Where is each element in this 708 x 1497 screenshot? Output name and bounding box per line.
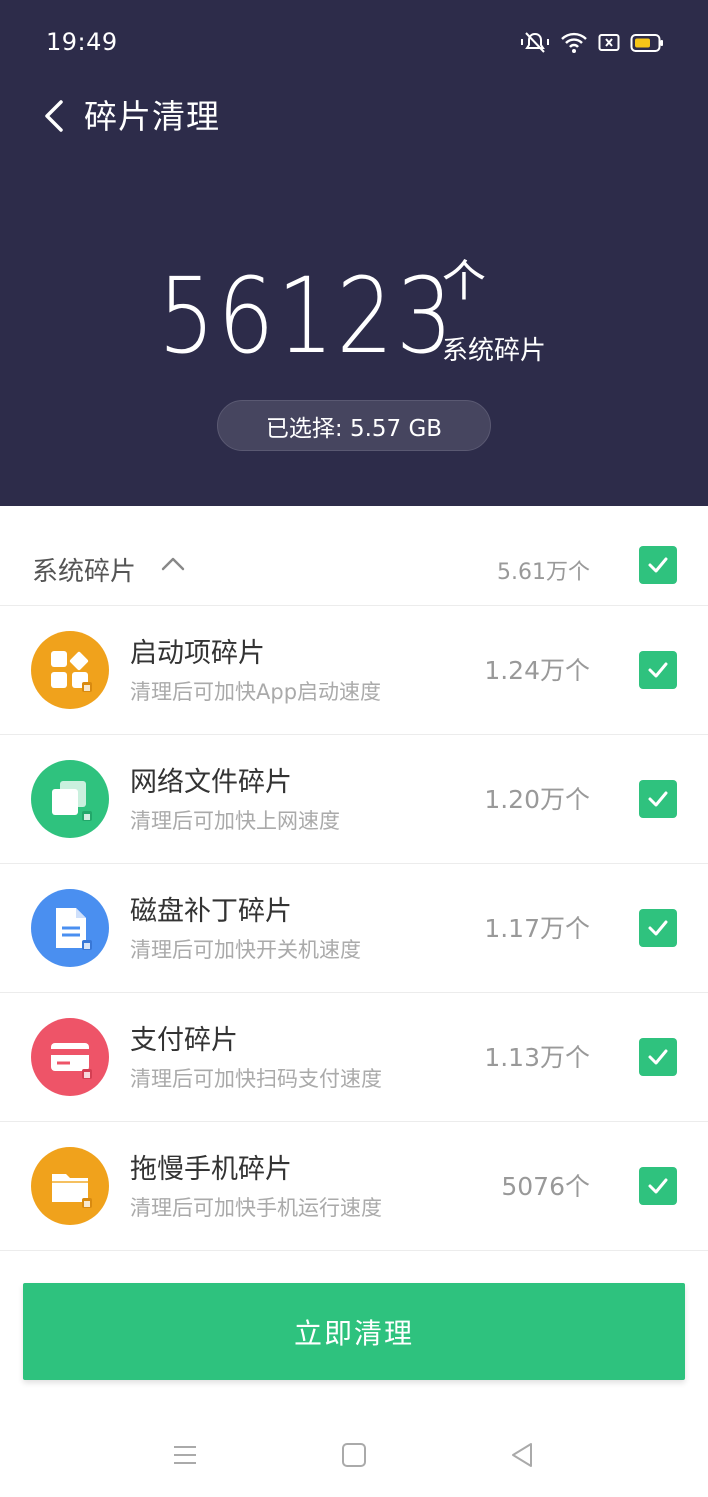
wifi-icon bbox=[560, 31, 588, 55]
fragment-count-unit: 个 bbox=[442, 256, 486, 307]
list-item[interactable]: 拖慢手机碎片 清理后可加快手机运行速度 5076个 bbox=[0, 1122, 708, 1251]
check-icon bbox=[648, 1178, 668, 1194]
check-icon bbox=[648, 1049, 668, 1065]
fragment-count: 56123 bbox=[158, 255, 456, 377]
item-count: 5076个 bbox=[501, 1172, 590, 1201]
status-bar: 19:49 bbox=[0, 0, 708, 86]
item-count: 1.24万个 bbox=[484, 656, 590, 685]
chevron-up-icon[interactable] bbox=[160, 554, 186, 576]
item-count: 1.13万个 bbox=[484, 1043, 590, 1072]
mute-vibrate-icon bbox=[520, 30, 550, 56]
payment-card-icon bbox=[31, 1018, 109, 1096]
group-title: 系统碎片 bbox=[32, 557, 137, 587]
back-button[interactable] bbox=[36, 96, 72, 136]
item-checkbox[interactable] bbox=[639, 1167, 677, 1205]
item-title: 网络文件碎片 bbox=[130, 767, 292, 798]
item-description: 清理后可加快扫码支付速度 bbox=[130, 1067, 382, 1091]
item-checkbox[interactable] bbox=[639, 909, 677, 947]
document-icon bbox=[31, 889, 109, 967]
list-item[interactable]: 支付碎片 清理后可加快扫码支付速度 1.13万个 bbox=[0, 993, 708, 1122]
item-title: 支付碎片 bbox=[130, 1025, 238, 1056]
item-description: 清理后可加快手机运行速度 bbox=[130, 1196, 382, 1220]
page-title: 碎片清理 bbox=[84, 97, 220, 136]
item-title: 启动项碎片 bbox=[130, 638, 265, 669]
item-description: 清理后可加快上网速度 bbox=[130, 809, 340, 833]
header-panel: 19:49 碎片清理 56123 个 系统碎片 已选择: 5.57 GB bbox=[0, 0, 708, 506]
list-item[interactable]: 磁盘补丁碎片 清理后可加快开关机速度 1.17万个 bbox=[0, 864, 708, 993]
group-checkbox[interactable] bbox=[639, 546, 677, 584]
check-icon bbox=[648, 557, 668, 573]
system-nav-bar bbox=[0, 1412, 708, 1497]
group-header[interactable]: 系统碎片 5.61万个 bbox=[0, 506, 708, 606]
item-count: 1.17万个 bbox=[484, 914, 590, 943]
item-description: 清理后可加快App启动速度 bbox=[130, 680, 382, 704]
home-icon[interactable] bbox=[334, 1440, 374, 1470]
item-checkbox[interactable] bbox=[639, 1038, 677, 1076]
item-title: 拖慢手机碎片 bbox=[130, 1154, 292, 1185]
back-triangle-icon[interactable] bbox=[502, 1440, 542, 1470]
clean-now-button[interactable]: 立即清理 bbox=[23, 1283, 685, 1380]
status-time: 19:49 bbox=[46, 28, 118, 56]
group-count: 5.61万个 bbox=[497, 560, 590, 585]
fragment-count-label: 系统碎片 bbox=[442, 336, 547, 366]
battery-icon bbox=[630, 33, 664, 53]
fragment-counter: 56123 个 系统碎片 bbox=[0, 252, 708, 382]
folder-icon bbox=[31, 1147, 109, 1225]
status-icons bbox=[520, 28, 664, 58]
check-icon bbox=[648, 791, 668, 807]
network-files-icon bbox=[31, 760, 109, 838]
item-checkbox[interactable] bbox=[639, 651, 677, 689]
check-icon bbox=[648, 920, 668, 936]
item-title: 磁盘补丁碎片 bbox=[130, 896, 292, 927]
check-icon bbox=[648, 662, 668, 678]
sim-icon bbox=[598, 33, 620, 53]
chevron-left-icon bbox=[45, 100, 63, 132]
list-item[interactable]: 网络文件碎片 清理后可加快上网速度 1.20万个 bbox=[0, 735, 708, 864]
fragment-list: 系统碎片 5.61万个 启动项碎片 清理后可加快App启动速度 1.24万个 网… bbox=[0, 506, 708, 1251]
apps-grid-icon bbox=[31, 631, 109, 709]
item-checkbox[interactable] bbox=[639, 780, 677, 818]
item-count: 1.20万个 bbox=[484, 785, 590, 814]
list-item[interactable]: 启动项碎片 清理后可加快App启动速度 1.24万个 bbox=[0, 606, 708, 735]
selected-size-badge: 已选择: 5.57 GB bbox=[217, 400, 491, 451]
menu-icon[interactable] bbox=[165, 1440, 205, 1470]
item-description: 清理后可加快开关机速度 bbox=[130, 938, 361, 962]
